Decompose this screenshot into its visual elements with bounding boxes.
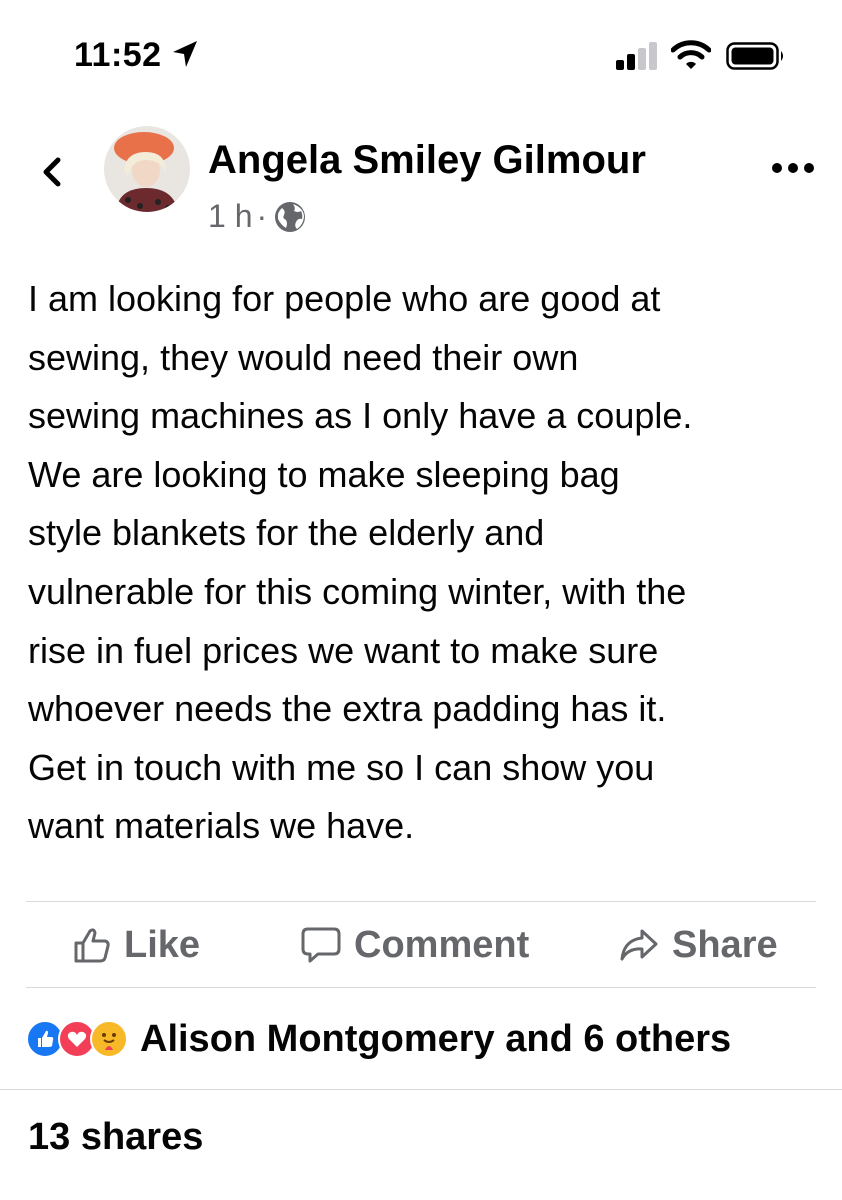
post-time: 1 h [208, 198, 253, 234]
like-label: Like [124, 923, 201, 966]
status-bar: 11:52 [0, 0, 842, 110]
avatar[interactable] [104, 126, 190, 212]
like-button[interactable]: Like [72, 902, 200, 988]
reactions-summary[interactable]: Alison Montgomery and 6 others [26, 1006, 731, 1072]
signal-bars-icon [616, 42, 657, 70]
post-text-line: I am looking for people who are good at [28, 278, 661, 319]
battery-icon [726, 42, 783, 70]
post-text-line: We are looking to make sleeping bag [28, 453, 620, 495]
post-text-line: want materials we have. [28, 805, 415, 847]
share-button[interactable]: Share [618, 902, 778, 988]
comment-bubble-icon [301, 927, 341, 963]
post-text-line: rise in fuel prices we want to make sure [28, 629, 659, 671]
comment-label: Comment [354, 923, 530, 966]
wifi-icon [671, 40, 711, 69]
post-text-line: sewing machines as I only have a couple. [28, 395, 693, 437]
comment-button[interactable]: Comment [300, 902, 529, 988]
back-chevron-icon[interactable] [36, 150, 66, 194]
post-text-line: vulnerable for this coming winter, with … [28, 570, 687, 612]
divider [0, 1089, 842, 1090]
more-options-icon[interactable] [770, 156, 816, 180]
post-meta: 1 h · [208, 198, 307, 235]
post-text-line: whoever needs the extra padding has it. [28, 688, 667, 730]
location-arrow-icon [173, 41, 197, 67]
post-header: Angela Smiley Gilmour 1 h · [0, 120, 842, 250]
globe-icon [275, 201, 306, 232]
share-arrow-icon [620, 929, 658, 961]
status-time: 11:52 [74, 36, 162, 74]
action-bar: Like Comment Share [0, 902, 842, 988]
author-name[interactable]: Angela Smiley Gilmour [208, 138, 646, 183]
care-reaction-icon [90, 1020, 128, 1058]
reaction-icons [26, 1020, 128, 1058]
thumbs-up-icon [74, 928, 110, 963]
meta-separator: · [256, 198, 268, 234]
reactions-text: Alison Montgomery and 6 others [140, 1017, 732, 1060]
share-label: Share [672, 923, 778, 966]
shares-count[interactable]: 13 shares [28, 1116, 203, 1159]
post-text-line: Get in touch with me so I can show you [28, 746, 655, 788]
post-body: I am looking for people who are good at … [28, 270, 828, 856]
post-text-line: style blankets for the elderly and [28, 512, 545, 554]
divider [26, 987, 816, 988]
post-text-line: sewing, they would need their own [28, 336, 579, 378]
